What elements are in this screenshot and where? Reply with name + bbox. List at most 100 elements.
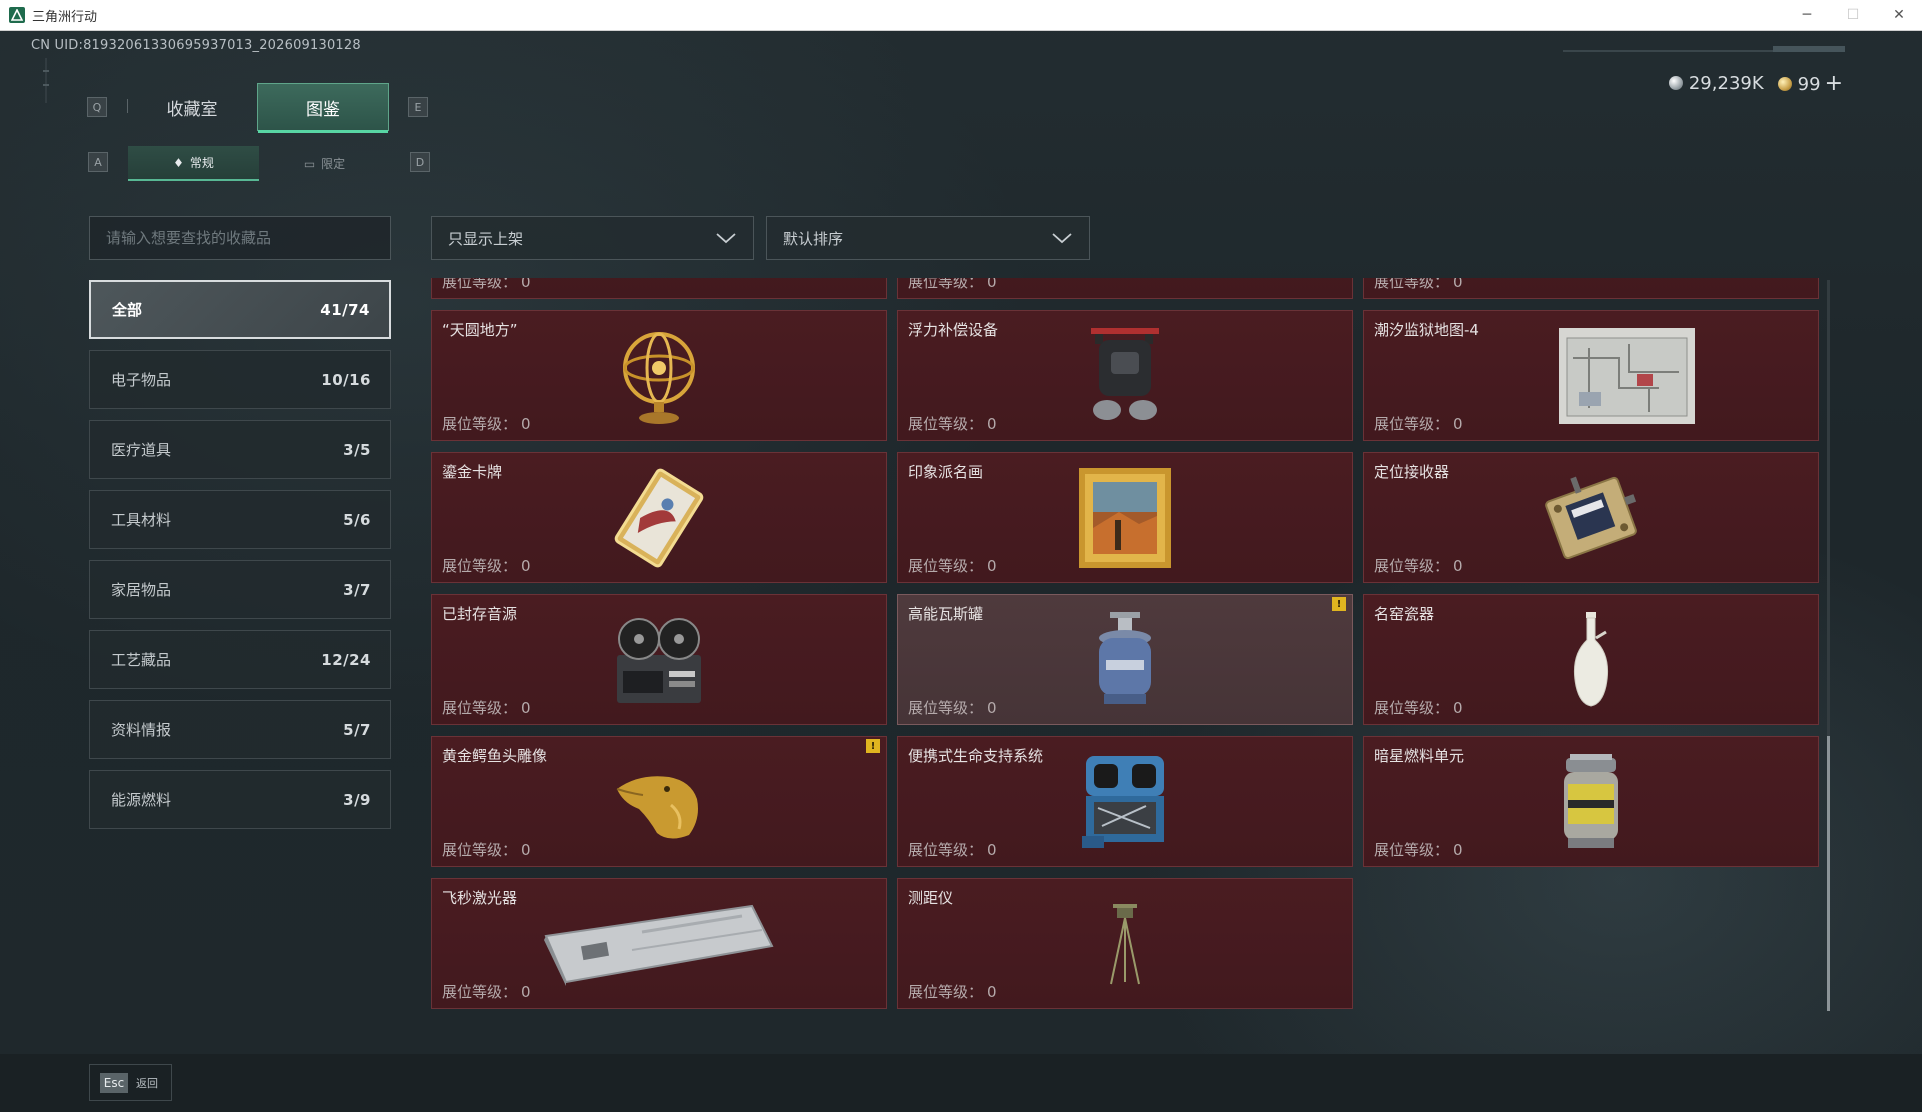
item-level: 展位等级： 0 <box>442 278 531 292</box>
item-level: 展位等级： 0 <box>908 981 997 1002</box>
back-label: 返回 <box>136 1076 158 1090</box>
level-value: 0 <box>1453 699 1463 717</box>
category-electronics[interactable]: 电子物品 10/16 <box>89 350 391 409</box>
category-count: 5/7 <box>343 720 371 739</box>
item-name: 鎏金卡牌 <box>442 463 503 481</box>
gold-currency: 99 + <box>1777 71 1843 96</box>
key-hint-e[interactable]: E <box>408 97 428 117</box>
item-card[interactable]: 展位等级： 0 <box>431 278 887 299</box>
dropdown-value: 只显示上架 <box>448 229 524 248</box>
key-hint-q[interactable]: Q <box>87 97 107 117</box>
item-name: 定位接收器 <box>1374 463 1450 481</box>
item-card-receiver[interactable]: 定位接收器 展位等级： 0 <box>1363 452 1819 583</box>
item-card-crocodile[interactable]: 黄金鳄鱼头雕像 ! 展位等级： 0 <box>431 736 887 867</box>
item-name: 便携式生命支持系统 <box>908 747 1044 765</box>
tab-codex[interactable]: 图鉴 <box>257 83 389 133</box>
grid-scrollbar-thumb[interactable] <box>1827 736 1830 1011</box>
item-level: 展位等级： 0 <box>1374 839 1463 860</box>
level-label: 展位等级： <box>908 699 984 717</box>
level-label: 展位等级： <box>1374 415 1450 433</box>
category-label: 电子物品 <box>111 371 172 389</box>
item-name: 潮汐监狱地图-4 <box>1374 321 1479 339</box>
rangefinder-icon <box>1110 903 1140 984</box>
add-currency-button[interactable]: + <box>1825 71 1843 96</box>
chevron-down-icon <box>1052 233 1072 244</box>
category-household[interactable]: 家居物品 3/7 <box>89 560 391 619</box>
category-intel[interactable]: 资料情报 5/7 <box>89 700 391 759</box>
level-value: 0 <box>521 983 531 1001</box>
level-value: 0 <box>1453 557 1463 575</box>
deco-lines-icon <box>43 58 49 103</box>
level-label: 展位等级： <box>908 557 984 575</box>
main-tabs: 收藏室 图鉴 <box>127 83 389 133</box>
item-name: 暗星燃料单元 <box>1374 747 1465 765</box>
back-button[interactable]: Esc 返回 <box>89 1064 172 1101</box>
category-count: 3/7 <box>343 580 371 599</box>
fuel-cell-icon <box>1564 753 1618 848</box>
level-label: 展位等级： <box>442 699 518 717</box>
level-label: 展位等级： <box>1374 841 1450 859</box>
new-badge: ! <box>1332 597 1346 611</box>
category-label: 医疗道具 <box>111 441 172 459</box>
item-card-buoyancy[interactable]: 浮力补偿设备 展位等级： 0 <box>897 310 1353 441</box>
item-card-laser[interactable]: 飞秒激光器 展位等级： 0 <box>431 878 887 1009</box>
category-count: 12/24 <box>321 650 371 669</box>
category-count: 5/6 <box>343 510 371 529</box>
item-level: 展位等级： 0 <box>908 697 997 718</box>
category-crafts[interactable]: 工艺藏品 12/24 <box>89 630 391 689</box>
window-title: 三角洲行动 <box>32 9 98 25</box>
category-count: 10/16 <box>321 370 371 389</box>
laser-device-icon <box>544 904 774 986</box>
category-list: 全部 41/74 电子物品 10/16 医疗道具 3/5 工具材料 5/6 家居物品 3/… <box>89 280 391 840</box>
key-hint-d[interactable]: D <box>410 152 430 172</box>
item-name: 印象派名画 <box>908 463 984 481</box>
item-card-gas-canister[interactable]: 高能瓦斯罐 ! 展位等级： 0 <box>897 594 1353 725</box>
item-card-fuel-cell[interactable]: 暗星燃料单元 展位等级： 0 <box>1363 736 1819 867</box>
item-card-rangefinder[interactable]: 测距仪 展位等级： 0 <box>897 878 1353 1009</box>
category-medical[interactable]: 医疗道具 3/5 <box>89 420 391 479</box>
shelf-filter-dropdown[interactable]: 只显示上架 <box>431 216 754 260</box>
category-all[interactable]: 全部 41/74 <box>89 280 391 339</box>
item-icon: ♦ <box>173 155 184 170</box>
maximize-button[interactable]: ☐ <box>1830 0 1876 31</box>
item-level: 展位等级： 0 <box>1374 278 1463 292</box>
key-hint-a[interactable]: A <box>88 152 108 172</box>
reel-recorder-icon <box>617 617 701 703</box>
item-level: 展位等级： 0 <box>908 413 997 434</box>
category-energy[interactable]: 能源燃料 3/9 <box>89 770 391 829</box>
tab-limited[interactable]: ▭ 限定 <box>259 146 390 181</box>
tab-divider <box>127 99 128 113</box>
item-name: 名窑瓷器 <box>1374 605 1435 623</box>
tab-collection-room[interactable]: 收藏室 <box>127 83 257 131</box>
search-input[interactable] <box>106 229 374 247</box>
item-card[interactable]: 展位等级： 0 <box>897 278 1353 299</box>
crocodile-statue-icon <box>616 775 698 839</box>
item-card-porcelain[interactable]: 名窑瓷器 展位等级： 0 <box>1363 594 1819 725</box>
item-level: 展位等级： 0 <box>442 697 531 718</box>
item-card-armillary[interactable]: “天圆地方” 展位等级： 0 <box>431 310 887 441</box>
sort-dropdown[interactable]: 默认排序 <box>766 216 1090 260</box>
receiver-icon <box>1545 476 1637 559</box>
level-value: 0 <box>987 557 997 575</box>
category-label: 工具材料 <box>111 511 172 529</box>
category-tools[interactable]: 工具材料 5/6 <box>89 490 391 549</box>
item-card-map[interactable]: 潮汐监狱地图-4 展位等级： 0 <box>1363 310 1819 441</box>
item-card-life-support[interactable]: 便携式生命支持系统 展位等级： 0 <box>897 736 1353 867</box>
item-level: 展位等级： 0 <box>442 839 531 860</box>
tab-regular[interactable]: ♦ 常规 <box>128 146 259 181</box>
level-label: 展位等级： <box>1374 278 1450 291</box>
item-card-reel-recorder[interactable]: 已封存音源 展位等级： 0 <box>431 594 887 725</box>
minimize-button[interactable]: ─ <box>1784 0 1830 31</box>
item-level: 展位等级： 0 <box>442 981 531 1002</box>
close-button[interactable]: ✕ <box>1876 0 1922 31</box>
category-label: 全部 <box>112 301 143 319</box>
item-name: 高能瓦斯罐 <box>908 605 984 623</box>
game-window: 三角洲行动 ─ ☐ ✕ CN UID:81932061330695937013_… <box>0 0 1922 1112</box>
item-card[interactable]: 展位等级： 0 <box>1363 278 1819 299</box>
level-value: 0 <box>987 415 997 433</box>
porcelain-vase-icon <box>1573 611 1609 707</box>
item-card-gold-card[interactable]: 鎏金卡牌 展位等级： 0 <box>431 452 887 583</box>
item-card-painting[interactable]: 印象派名画 展位等级： 0 <box>897 452 1353 583</box>
category-label: 家居物品 <box>111 581 172 599</box>
esc-key-hint: Esc <box>100 1072 128 1093</box>
